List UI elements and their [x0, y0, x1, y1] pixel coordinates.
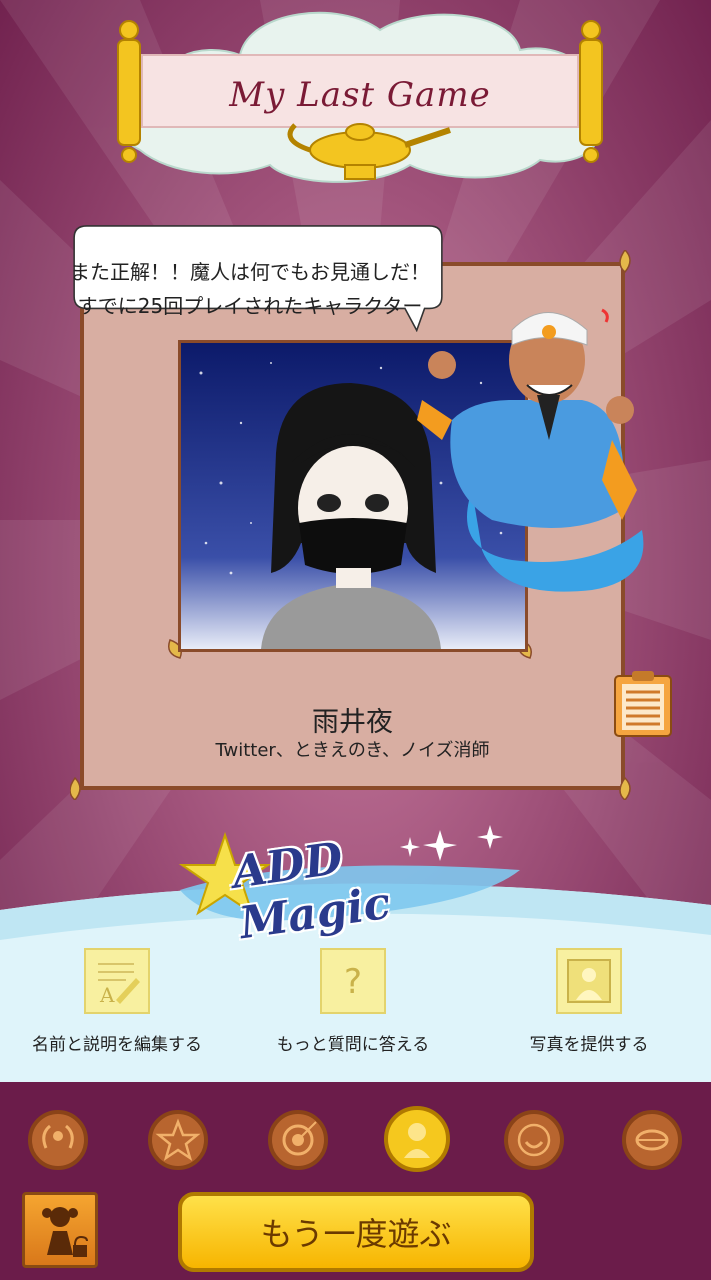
target-medal-icon[interactable] — [268, 1110, 328, 1170]
page-title: My Last Game — [229, 75, 491, 115]
answer-more-questions-button[interactable]: ? もっと質問に答える — [243, 948, 463, 1055]
photo-person-icon — [556, 948, 622, 1014]
provide-photo-button[interactable]: 写真を提供する — [479, 948, 699, 1055]
svg-text:A: A — [99, 983, 115, 1007]
action-label: 写真を提供する — [529, 1035, 649, 1055]
character-description: Twitter、ときえのき、ノイズ消師 — [215, 740, 490, 761]
speech-line-2: すでに25回プレイされたキャラクター — [77, 294, 423, 318]
girl-lock-icon — [42, 1207, 88, 1257]
svg-text:?: ? — [344, 962, 362, 1002]
speech-line-1: また正解！！魔人は何でもお見通しだ！ — [70, 260, 430, 284]
genie-character — [417, 308, 644, 592]
edit-name-description-button[interactable]: A 名前と説明を編集する — [7, 948, 227, 1055]
action-label: もっと質問に答える — [276, 1035, 430, 1055]
avatar-button[interactable] — [22, 1192, 98, 1268]
clipboard-icon[interactable] — [612, 670, 674, 738]
question-icon: ? — [320, 948, 386, 1014]
action-label: 名前と説明を編集する — [32, 1035, 202, 1055]
character-name: 雨井夜 — [312, 707, 393, 738]
lips-medal-icon[interactable] — [622, 1110, 682, 1170]
star-medal-icon[interactable] — [148, 1110, 208, 1170]
genie-medal-icon[interactable] — [384, 1106, 450, 1172]
laurel-medal-icon[interactable] — [28, 1110, 88, 1170]
edit-document-icon: A — [84, 948, 150, 1014]
smile-medal-icon[interactable] — [504, 1110, 564, 1170]
play-again-button[interactable]: もう一度遊ぶ — [178, 1192, 534, 1272]
